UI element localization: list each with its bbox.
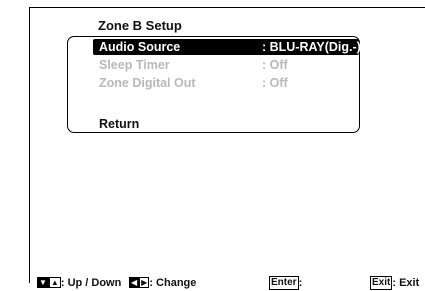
menu-item-value: : Off [262, 76, 288, 90]
menu-item-label: Sleep Timer [99, 58, 170, 72]
change-hint-text: : Change [149, 277, 197, 289]
key-help-bar: ▼ ▲: Up / Down ◀ ▶: Change Enter: Exit: Ex… [37, 276, 425, 291]
enter-hint: Enter: [269, 276, 302, 291]
enter-key-icon: Enter [269, 276, 299, 290]
osd-screen: Zone B Setup Audio Source : BLU-RAY(Dig.… [29, 7, 425, 290]
settings-menu-panel: Audio Source : BLU-RAY(Dig.-) Sleep Time… [67, 36, 361, 133]
exit-hint-text: : Exit [392, 277, 420, 289]
menu-item-value: : BLU-RAY(Dig.-) [262, 40, 361, 54]
change-hint: ◀ ▶: Change [129, 276, 196, 291]
nav-hint: ▼ ▲: Up / Down [37, 276, 121, 291]
page-title: Zone B Setup [98, 18, 182, 33]
menu-item-audio-source[interactable]: Audio Source : BLU-RAY(Dig.-) [93, 39, 361, 55]
exit-hint: Exit: Exit [370, 276, 419, 291]
menu-item-label: Zone Digital Out [99, 76, 196, 90]
menu-item-label: Audio Source [99, 40, 181, 54]
exit-key-icon: Exit [370, 276, 393, 290]
return-label: Return [99, 117, 140, 131]
enter-hint-text: : [298, 277, 303, 289]
nav-hint-text: : Up / Down [60, 277, 122, 289]
menu-item-value: : Off [262, 58, 288, 72]
